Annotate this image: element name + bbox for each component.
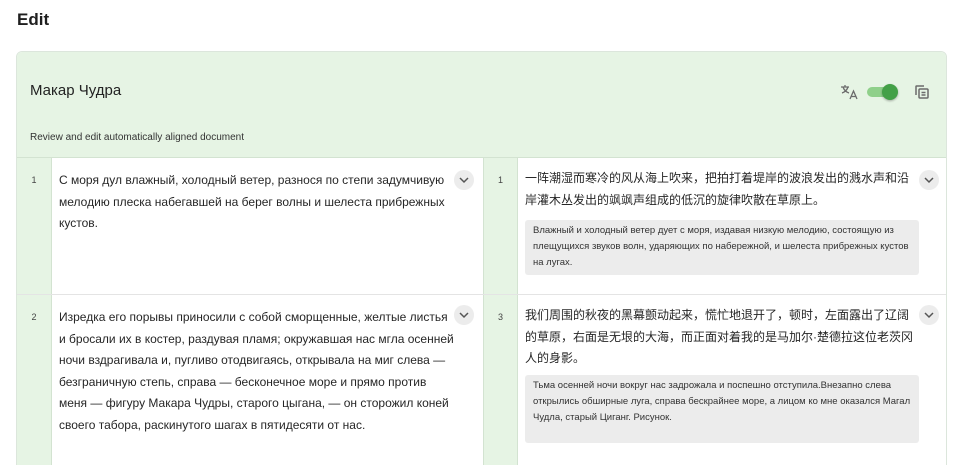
back-translation-toggle[interactable]	[867, 84, 898, 100]
copy-icon[interactable]	[913, 83, 931, 101]
source-line-number: 2	[31, 312, 37, 322]
target-line-number: 1	[497, 175, 503, 185]
back-translation: Влажный и холодный ветер дует с моря, из…	[525, 220, 919, 275]
source-text[interactable]: Изредка его порывы приносили с собой смо…	[59, 307, 454, 436]
back-translation: Тьма осенней ночи вокруг нас задрожала и…	[525, 375, 919, 443]
page-title: Edit	[17, 10, 50, 29]
target-text[interactable]: 一阵潮湿而寒冷的风从海上吹来，把拍打着堤岸的波浪发出的溅水声和沿岸灌木丛发出的飒…	[525, 168, 915, 211]
alignment-row: 1 С моря дул влажный, холодный ветер, ра…	[17, 158, 946, 295]
alignment-row: 2 Изредка его порывы приносили с собой с…	[17, 295, 946, 465]
source-gutter: 1	[17, 158, 52, 294]
toggle-thumb	[882, 84, 898, 100]
target-line-number: 3	[497, 312, 503, 322]
chevron-down-icon[interactable]	[454, 305, 474, 325]
target-gutter: 3	[483, 295, 518, 465]
document-title: Макар Чудра	[30, 82, 122, 99]
source-line-number: 1	[31, 175, 37, 185]
source-text[interactable]: С моря дул влажный, холодный ветер, разн…	[59, 170, 454, 235]
document-subtitle: Review and edit automatically aligned do…	[30, 132, 245, 143]
chevron-down-icon[interactable]	[919, 305, 939, 325]
target-text[interactable]: 我们周围的秋夜的黑幕颤动起来，慌忙地退开了，顿时，左面露出了辽阔的草原，右面是无…	[525, 305, 915, 370]
chevron-down-icon[interactable]	[919, 170, 939, 190]
target-gutter: 1	[483, 158, 518, 294]
aligned-document-card: Макар Чудра Review and edit automaticall…	[16, 51, 947, 465]
document-header: Макар Чудра Review and edit automaticall…	[17, 52, 946, 158]
source-gutter: 2	[17, 295, 52, 465]
chevron-down-icon[interactable]	[454, 170, 474, 190]
translate-icon[interactable]	[839, 82, 859, 102]
